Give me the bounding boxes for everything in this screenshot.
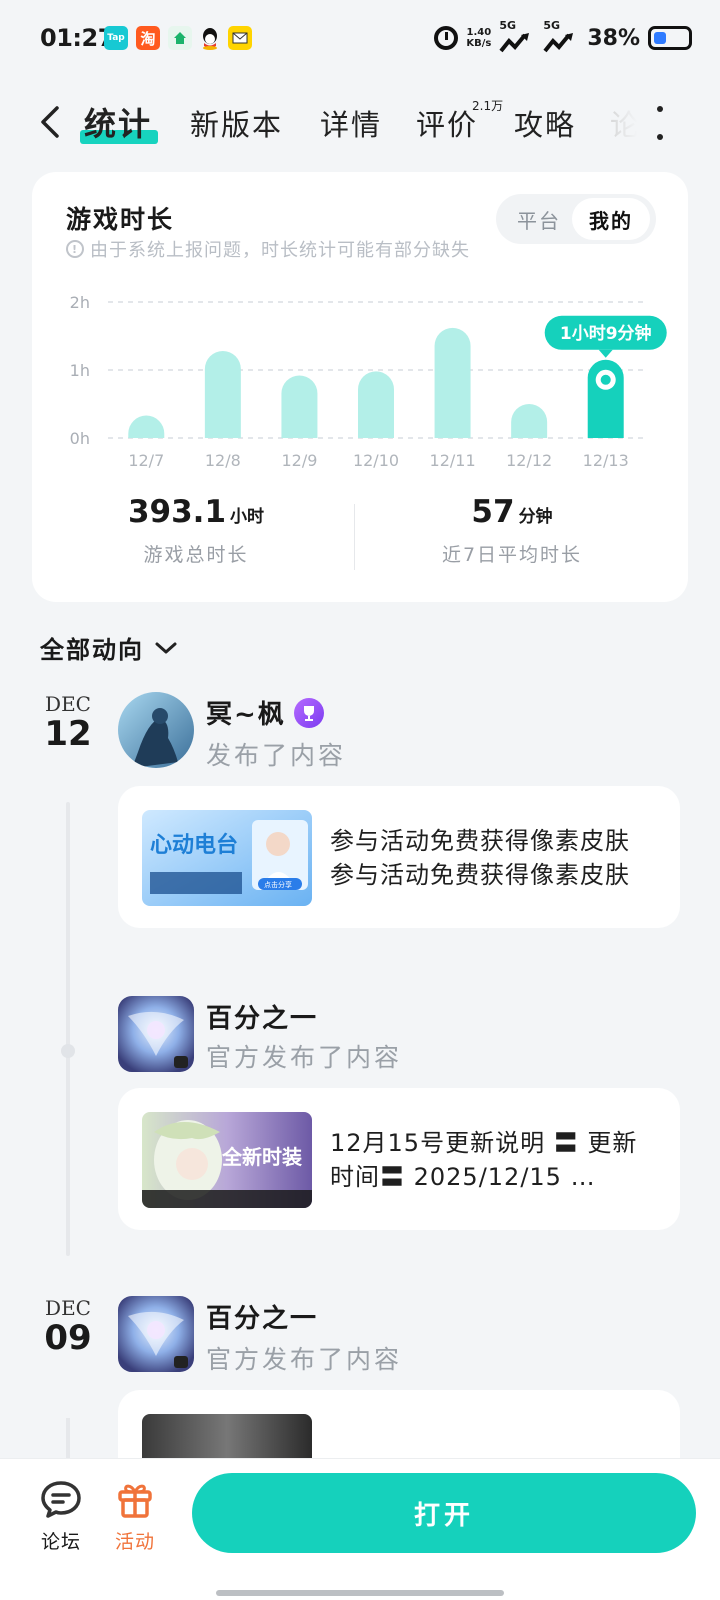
- activity-filter[interactable]: 全部动向: [40, 630, 178, 665]
- playtime-title: 游戏时长: [66, 205, 175, 234]
- forum-tab[interactable]: 论坛: [26, 1479, 96, 1554]
- alarm-icon: [434, 26, 459, 50]
- game-avatar[interactable]: [118, 996, 194, 1072]
- date-marker: DEC 12: [44, 692, 92, 754]
- y-tick-label: 0h: [70, 429, 90, 448]
- timeline-line: [66, 1418, 70, 1458]
- status-bar: 01:27 Tap 淘 1.40 KB/s 5G 5G 38%: [0, 0, 720, 76]
- info-icon: !: [66, 240, 84, 258]
- playtime-card: 游戏时长 ! 由于系统上报问题，时长统计可能有部分缺失 平台 我的 0h 1h 2h…: [32, 172, 688, 602]
- svg-text:全新时装: 全新时装: [221, 1145, 302, 1169]
- chart-bar: [511, 404, 548, 438]
- status-time: 01:27: [40, 24, 114, 52]
- trophy-badge-icon: [293, 697, 324, 728]
- tab-new-version[interactable]: 新版本: [190, 102, 283, 144]
- tab-reviews[interactable]: 评价: [416, 102, 478, 144]
- post-card[interactable]: 全新时装 12月15号更新说明 〓 更新时间〓 2025/12/15 …: [118, 1088, 680, 1230]
- scope-toggle: 平台 我的: [496, 194, 656, 244]
- svg-text:心动电台: 心动电台: [150, 832, 238, 858]
- post-action: 官方发布了内容: [206, 1345, 403, 1374]
- tooltip-label: 1小时9分钟: [560, 323, 652, 344]
- signal-icon: 5G: [499, 19, 535, 53]
- gift-icon: [118, 1484, 152, 1518]
- qq-icon: [198, 26, 222, 50]
- forum-icon: [41, 1481, 81, 1518]
- game-avatar[interactable]: [118, 1296, 194, 1372]
- total-playtime: 393.1 小时 游戏总时长: [127, 494, 265, 566]
- y-tick-label: 2h: [70, 293, 90, 312]
- taobao-icon: 淘: [136, 26, 160, 50]
- more-icon[interactable]: [652, 106, 668, 140]
- post-card[interactable]: 心动电台 点击分享 参与活动免费获得像素皮肤 参与活动免费获得像素皮肤: [118, 786, 680, 928]
- tap-icon: Tap: [104, 26, 128, 50]
- chevron-left-icon: [41, 106, 59, 138]
- author-name[interactable]: 百分之一: [206, 998, 318, 1035]
- x-tick-label: 12/9: [281, 451, 317, 470]
- playtime-chart: 0h 1h 2h 12/7 12/8 12/9 12/10 12/11 12/12 12/13 1小…: [70, 293, 667, 470]
- review-count-badge: 2.1万: [472, 99, 504, 113]
- tabs-fade: [600, 96, 644, 146]
- signal-icon-2: 5G: [543, 19, 579, 53]
- mail-app-icon: [228, 26, 252, 50]
- svg-text:点击分享: 点击分享: [264, 880, 292, 889]
- back-button[interactable]: [30, 102, 70, 142]
- timeline-dot: [61, 1044, 75, 1058]
- battery-percent: 38%: [587, 25, 640, 51]
- top-nav: 统计 新版本 详情 评价 2.1万 攻略 论: [0, 88, 720, 158]
- author-name[interactable]: 冥~枫: [206, 694, 324, 731]
- x-tick-label: 12/13: [583, 451, 629, 470]
- home-app-icon: [168, 26, 192, 50]
- post-text: 12月15号更新说明 〓 更新时间〓 2025/12/15 …: [330, 1129, 638, 1191]
- toggle-mine[interactable]: 我的: [572, 198, 650, 240]
- x-tick-label: 12/8: [205, 451, 241, 470]
- chart-bar: [434, 327, 471, 438]
- post-action: 发布了内容: [206, 741, 347, 770]
- tab-stats[interactable]: 统计: [84, 99, 152, 145]
- home-indicator[interactable]: [216, 1590, 504, 1596]
- playtime-summary: 393.1 小时 游戏总时长 57 分钟 近7日平均时长: [32, 494, 688, 584]
- timeline-line: [66, 802, 70, 1256]
- tab-details[interactable]: 详情: [320, 102, 382, 144]
- x-tick-label: 12/10: [353, 451, 399, 470]
- avatar[interactable]: [118, 692, 194, 768]
- tooltip-pointer: [598, 349, 613, 358]
- toggle-platform[interactable]: 平台: [500, 198, 578, 240]
- x-tick-label: 12/7: [128, 451, 164, 470]
- x-tick-label: 12/12: [506, 451, 552, 470]
- battery-icon: [648, 26, 692, 50]
- post-thumbnail: 心动电台 点击分享: [142, 810, 312, 906]
- chart-bar: [128, 415, 165, 438]
- highlight-marker-center: [600, 374, 611, 385]
- net-speed: 1.40 KB/s: [466, 27, 492, 49]
- post-text: 参与活动免费获得像素皮肤 参与活动免费获得像素皮肤: [330, 827, 630, 889]
- activity-tab[interactable]: 活动: [100, 1479, 170, 1554]
- tab-guides[interactable]: 攻略: [514, 102, 576, 144]
- author-name[interactable]: 百分之一: [206, 1298, 318, 1335]
- chart-bar: [358, 371, 394, 438]
- x-tick-label: 12/11: [430, 451, 476, 470]
- avg-playtime: 57 分钟 近7日平均时长: [441, 494, 583, 566]
- y-tick-label: 1h: [70, 361, 90, 380]
- bottom-bar: 论坛 活动 打开: [0, 1458, 720, 1600]
- playtime-notice: ! 由于系统上报问题，时长统计可能有部分缺失: [66, 236, 470, 262]
- date-marker: DEC 09: [44, 1296, 92, 1358]
- chart-bar: [204, 350, 241, 438]
- chevron-down-icon: [155, 642, 177, 653]
- chart-bar: [281, 375, 318, 438]
- post-action: 官方发布了内容: [206, 1043, 403, 1072]
- open-game-button[interactable]: 打开: [192, 1473, 696, 1553]
- post-thumbnail: 全新时装: [142, 1112, 312, 1208]
